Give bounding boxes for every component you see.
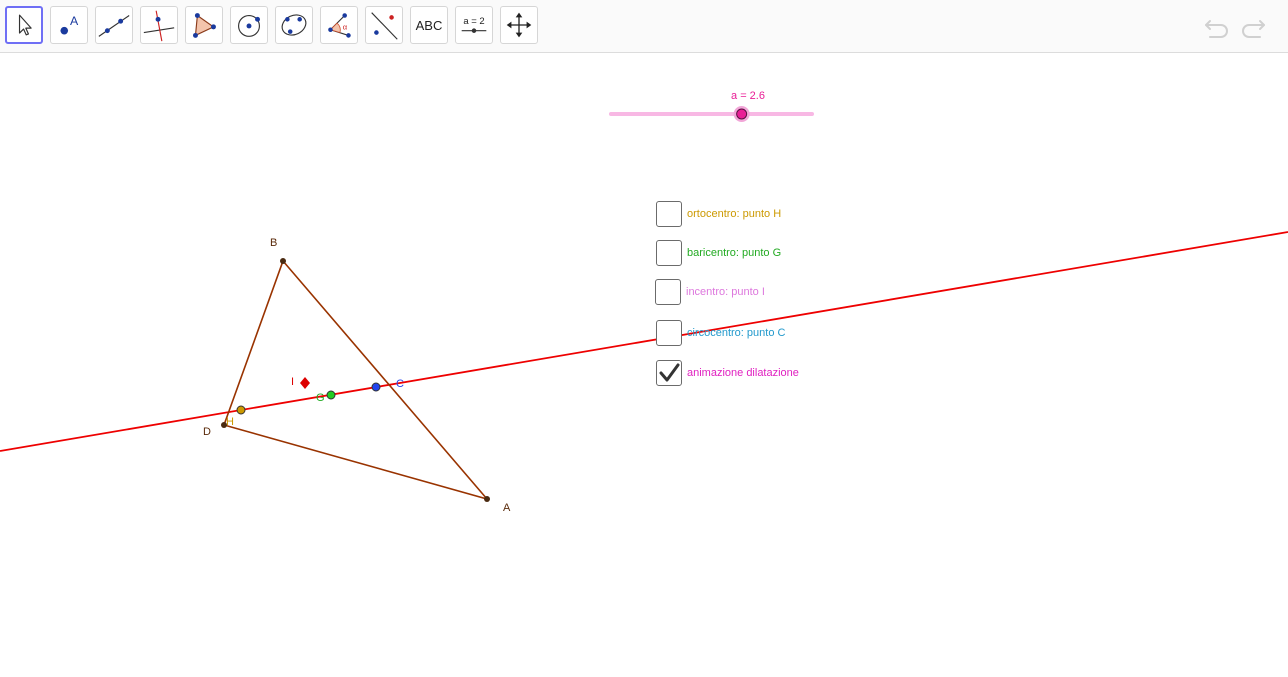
slider-tool-label: a = 2 xyxy=(463,16,484,27)
undo-button[interactable] xyxy=(1202,12,1232,40)
checkbox-circumcenter[interactable] xyxy=(656,320,682,346)
slider-icon: a = 2 xyxy=(461,16,487,33)
point-g-label: G xyxy=(316,392,325,404)
point-h-label: H xyxy=(226,416,234,428)
polygon-icon xyxy=(193,13,216,38)
perpendicular-line-tool-button[interactable] xyxy=(140,6,178,44)
point-a[interactable] xyxy=(484,496,490,502)
point-tool-button[interactable]: A xyxy=(50,6,88,44)
reflect-tool-button[interactable] xyxy=(365,6,403,44)
checkmark-icon xyxy=(659,363,680,382)
checkbox-animation[interactable] xyxy=(656,360,682,386)
redo-button[interactable] xyxy=(1238,12,1268,40)
checkbox-orthocenter[interactable] xyxy=(656,201,682,227)
point-c-circumcenter[interactable] xyxy=(371,382,381,392)
perpendicular-line-icon xyxy=(143,10,175,42)
checkbox-incenter[interactable] xyxy=(655,279,681,305)
point-i-label: I xyxy=(291,376,294,388)
move-tool-button[interactable] xyxy=(5,6,43,44)
text-tool-button[interactable]: ABC xyxy=(410,6,448,44)
line-through-two-points-icon xyxy=(98,15,130,37)
text-tool-label: ABC xyxy=(415,17,443,33)
checkbox-centroid-label: baricentro: punto G xyxy=(687,247,782,259)
point-b[interactable] xyxy=(280,258,286,264)
conic-tool-button[interactable] xyxy=(275,6,313,44)
euler-line[interactable] xyxy=(0,231,1288,452)
move-arrows-icon xyxy=(506,12,532,38)
cursor-arrow-icon xyxy=(18,14,32,36)
checkbox-orthocenter-label: ortocentro: punto H xyxy=(687,208,782,220)
circle-tool-button[interactable] xyxy=(230,6,268,44)
point-c-label: C xyxy=(396,378,404,390)
toolbar: A α ABC a = 2 xyxy=(0,0,1288,53)
checkbox-circumcenter-label: circocentro: punto C xyxy=(687,327,786,339)
point-h-orthocenter[interactable] xyxy=(236,405,246,415)
slider-knob[interactable] xyxy=(736,108,748,120)
point-a-label: A xyxy=(503,502,511,514)
angle-icon: α xyxy=(328,13,351,38)
point-b-label: B xyxy=(270,237,277,249)
checkbox-centroid[interactable] xyxy=(656,240,682,266)
reflect-about-line-icon xyxy=(371,12,398,40)
triangle-abd[interactable] xyxy=(222,259,490,501)
checkbox-animation-label: animazione dilatazione xyxy=(687,367,799,379)
circle-center-point-icon xyxy=(238,14,260,37)
angle-tool-button[interactable]: α xyxy=(320,6,358,44)
line-tool-button[interactable] xyxy=(95,6,133,44)
point-i-incenter[interactable] xyxy=(300,377,310,389)
slider-value-label: a = 2.6 xyxy=(731,90,765,102)
point-d-label: D xyxy=(203,426,211,438)
point-g-centroid[interactable] xyxy=(326,390,336,400)
undo-icon xyxy=(1205,20,1228,38)
slider-tool-button[interactable]: a = 2 xyxy=(455,6,493,44)
checkbox-incenter-label: incentro: punto I xyxy=(686,286,765,298)
ellipse-icon xyxy=(281,14,307,36)
point-icon: A xyxy=(60,14,79,35)
polygon-tool-button[interactable] xyxy=(185,6,223,44)
point-tool-label: A xyxy=(70,14,79,28)
graphics-view[interactable]: a = 2.6 B A D H G C I xyxy=(0,53,1288,677)
angle-tool-label: α xyxy=(343,23,348,32)
redo-icon xyxy=(1242,20,1265,38)
move-graphics-view-tool-button[interactable] xyxy=(500,6,538,44)
